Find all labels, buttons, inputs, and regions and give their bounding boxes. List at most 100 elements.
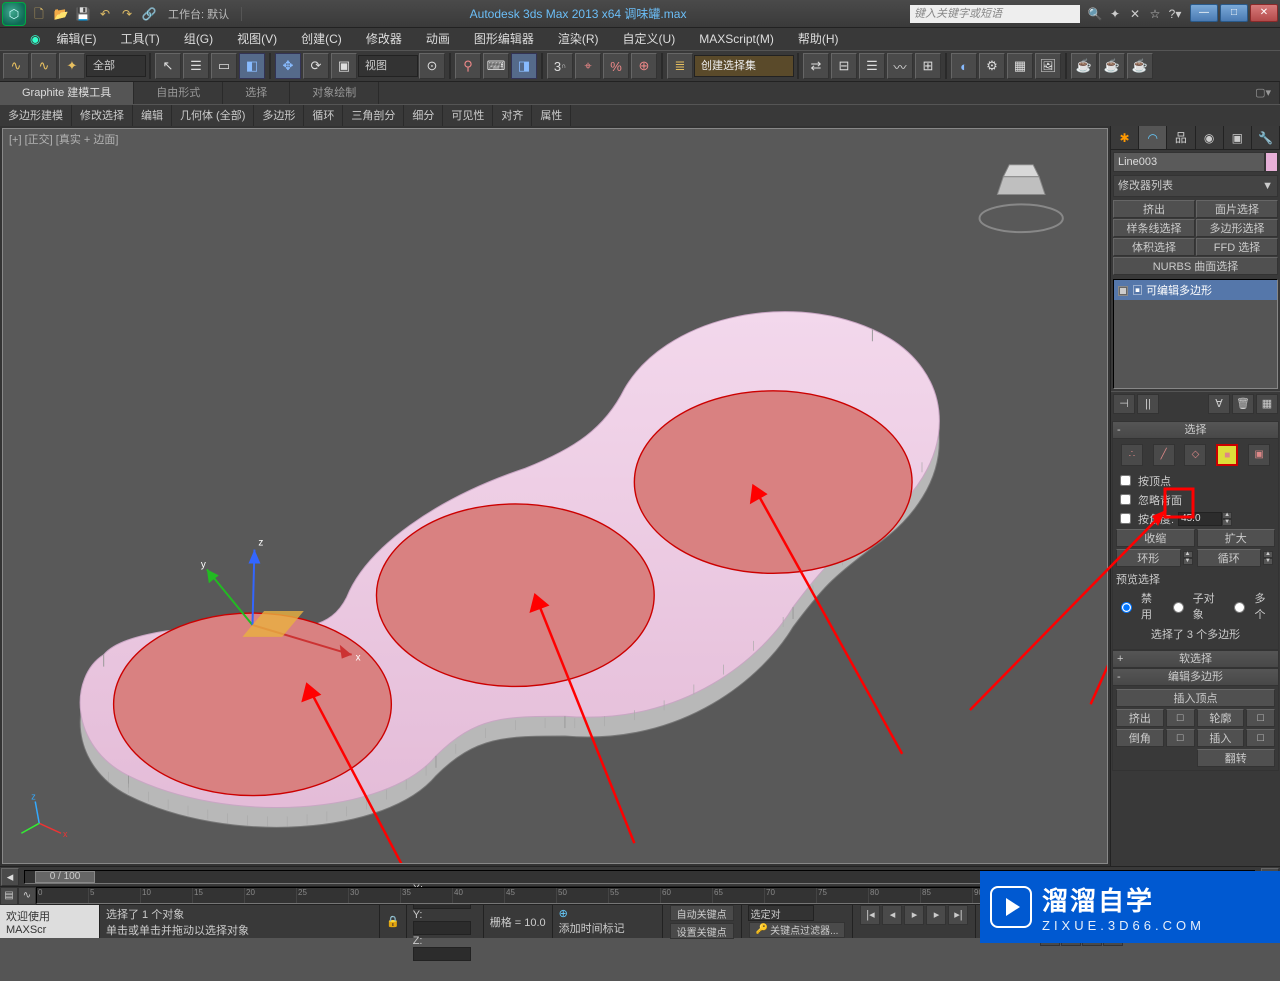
menu-animation[interactable]: 动画 <box>414 28 462 50</box>
search-icon[interactable]: 🔍 <box>1086 5 1104 23</box>
help-icon[interactable]: ?▾ <box>1166 5 1184 23</box>
trackbar-curve-icon[interactable]: ∿ <box>18 887 36 905</box>
pivot-icon[interactable]: ⊙ <box>419 53 445 79</box>
outline-button[interactable]: 轮廓 <box>1197 709 1245 727</box>
align-icon[interactable]: ⊟ <box>831 53 857 79</box>
curve-editor-icon[interactable]: 〰 <box>887 53 913 79</box>
menu-edit[interactable]: 编辑(E) <box>44 28 108 50</box>
preview-multi-radio[interactable] <box>1234 602 1245 613</box>
polygon-mode-icon[interactable]: ■ <box>1216 444 1238 466</box>
make-unique-icon[interactable]: ∀ <box>1208 394 1230 414</box>
vertex-mode-icon[interactable]: ∴ <box>1121 444 1143 466</box>
mod-extrude[interactable]: 挤出 <box>1113 200 1195 218</box>
ribbon-collapse-icon[interactable]: ▢▾ <box>1247 82 1280 104</box>
mod-splinesel[interactable]: 样条线选择 <box>1113 219 1195 237</box>
app-icon[interactable]: ⬡ <box>2 2 26 26</box>
ignore-back-check[interactable] <box>1120 494 1131 505</box>
comm-icon[interactable]: ✦ <box>1106 5 1124 23</box>
menu-maxscript[interactable]: MAXScript(M) <box>687 28 786 50</box>
set-key-button[interactable]: 设置关键点 <box>670 923 734 939</box>
next-frame-icon[interactable]: ▸ <box>926 905 946 925</box>
hierarchy-tab-icon[interactable]: 品 <box>1167 126 1195 149</box>
teapot1-icon[interactable]: ☕ <box>1071 53 1097 79</box>
manip-icon[interactable]: ⚲ <box>455 53 481 79</box>
configure-icon[interactable]: ▦ <box>1256 394 1278 414</box>
ribbon-tab-selection[interactable]: 选择 <box>223 82 290 104</box>
bevel-button[interactable]: 倒角 <box>1116 729 1164 747</box>
shrink-button[interactable]: 收缩 <box>1116 529 1195 547</box>
rib-geom[interactable]: 几何体 (全部) <box>172 105 254 126</box>
menu-custom[interactable]: 自定义(U) <box>611 28 688 50</box>
mod-volsel[interactable]: 体积选择 <box>1113 238 1195 256</box>
extrude-settings[interactable]: □ <box>1166 709 1195 727</box>
rollout-editpoly-head[interactable]: -编辑多边形 <box>1112 668 1279 686</box>
stack-item-editpoly[interactable]: ▣ 可编辑多边形 <box>1114 280 1277 300</box>
redo-icon[interactable]: ↷ <box>116 3 138 25</box>
bevel-settings[interactable]: □ <box>1166 729 1195 747</box>
percent-snap-icon[interactable]: % <box>603 53 629 79</box>
goto-start-icon[interactable]: |◂ <box>860 905 880 925</box>
goto-end-icon[interactable]: ▸| <box>948 905 968 925</box>
app-menu-icon[interactable]: ◉ <box>26 28 44 50</box>
grow-button[interactable]: 扩大 <box>1197 529 1276 547</box>
mod-polysel[interactable]: 多边形选择 <box>1196 219 1278 237</box>
layers-icon[interactable]: ☰ <box>859 53 885 79</box>
by-vertex-check[interactable] <box>1120 475 1131 486</box>
rib-modsel[interactable]: 修改选择 <box>72 105 133 126</box>
preview-off-radio[interactable] <box>1121 602 1132 613</box>
auto-key-button[interactable]: 自动关键点 <box>670 905 734 921</box>
display-tab-icon[interactable]: ▣ <box>1224 126 1252 149</box>
rib-loop[interactable]: 循环 <box>304 105 343 126</box>
ribbon-tab-paint[interactable]: 对象绘制 <box>290 82 379 104</box>
select-icon[interactable]: ↖ <box>155 53 181 79</box>
key-selset[interactable]: 选定对 <box>748 905 814 921</box>
preview-sub-radio[interactable] <box>1173 602 1184 613</box>
new-icon[interactable]: 🗋 <box>28 3 50 25</box>
mirror-icon[interactable]: ⇄ <box>803 53 829 79</box>
unlink-icon[interactable]: ∿ <box>31 53 57 79</box>
ribbon-tab-graphite[interactable]: Graphite 建模工具 <box>0 82 134 104</box>
play-icon[interactable]: ▸ <box>904 905 924 925</box>
window-crossing-icon[interactable]: ◧ <box>239 53 265 79</box>
move-icon[interactable]: ✥ <box>275 53 301 79</box>
snap-icon[interactable]: ◨ <box>511 53 537 79</box>
remove-mod-icon[interactable]: 🗑 <box>1232 394 1254 414</box>
save-icon[interactable]: 💾 <box>72 3 94 25</box>
render-frame-icon[interactable]: ▦ <box>1007 53 1033 79</box>
select-link-icon[interactable]: ∿ <box>3 53 29 79</box>
spin-up-icon[interactable]: ▲ <box>1222 512 1232 519</box>
ribbon-tab-freeform[interactable]: 自由形式 <box>134 82 223 104</box>
menu-create[interactable]: 创建(C) <box>289 28 354 50</box>
flip-button[interactable]: 翻转 <box>1197 749 1276 767</box>
workspace-label[interactable]: 工作台: 默认 <box>168 6 229 22</box>
insert-vertex-button[interactable]: 插入顶点 <box>1116 689 1275 707</box>
minimize-button[interactable]: — <box>1190 4 1218 22</box>
select-name-icon[interactable]: ☰ <box>183 53 209 79</box>
edge-mode-icon[interactable]: ╱ <box>1153 444 1175 466</box>
menu-group[interactable]: 组(G) <box>172 28 225 50</box>
schematic-icon[interactable]: ⊞ <box>915 53 941 79</box>
motion-tab-icon[interactable]: ◉ <box>1196 126 1224 149</box>
trackbar-mini-icon[interactable]: ▤ <box>0 887 18 905</box>
modifier-stack[interactable]: ▣ 可编辑多边形 <box>1113 279 1278 389</box>
scale-icon[interactable]: ▣ <box>331 53 357 79</box>
maxscript-mini[interactable]: 欢迎使用 MAXScr <box>0 905 100 938</box>
menu-help[interactable]: 帮助(H) <box>786 28 851 50</box>
inset-settings[interactable]: □ <box>1246 729 1275 747</box>
create-tab-icon[interactable]: ✱ <box>1111 126 1139 149</box>
named-selection[interactable]: 创建选择集 <box>694 55 794 77</box>
utilities-tab-icon[interactable]: 🔧 <box>1252 126 1280 149</box>
coord-z[interactable] <box>413 947 471 961</box>
spin-down-icon[interactable]: ▼ <box>1222 519 1232 526</box>
menu-views[interactable]: 视图(V) <box>225 28 289 50</box>
element-mode-icon[interactable]: ▣ <box>1248 444 1270 466</box>
mod-ffdsel[interactable]: FFD 选择 <box>1196 238 1278 256</box>
outline-settings[interactable]: □ <box>1246 709 1275 727</box>
rib-polymodel[interactable]: 多边形建模 <box>0 105 72 126</box>
undo-icon[interactable]: ↶ <box>94 3 116 25</box>
rib-props[interactable]: 属性 <box>532 105 571 126</box>
teapot3-icon[interactable]: ☕ <box>1127 53 1153 79</box>
menu-modifiers[interactable]: 修改器 <box>354 28 414 50</box>
object-name-input[interactable] <box>1113 152 1265 172</box>
fav-icon[interactable]: ☆ <box>1146 5 1164 23</box>
